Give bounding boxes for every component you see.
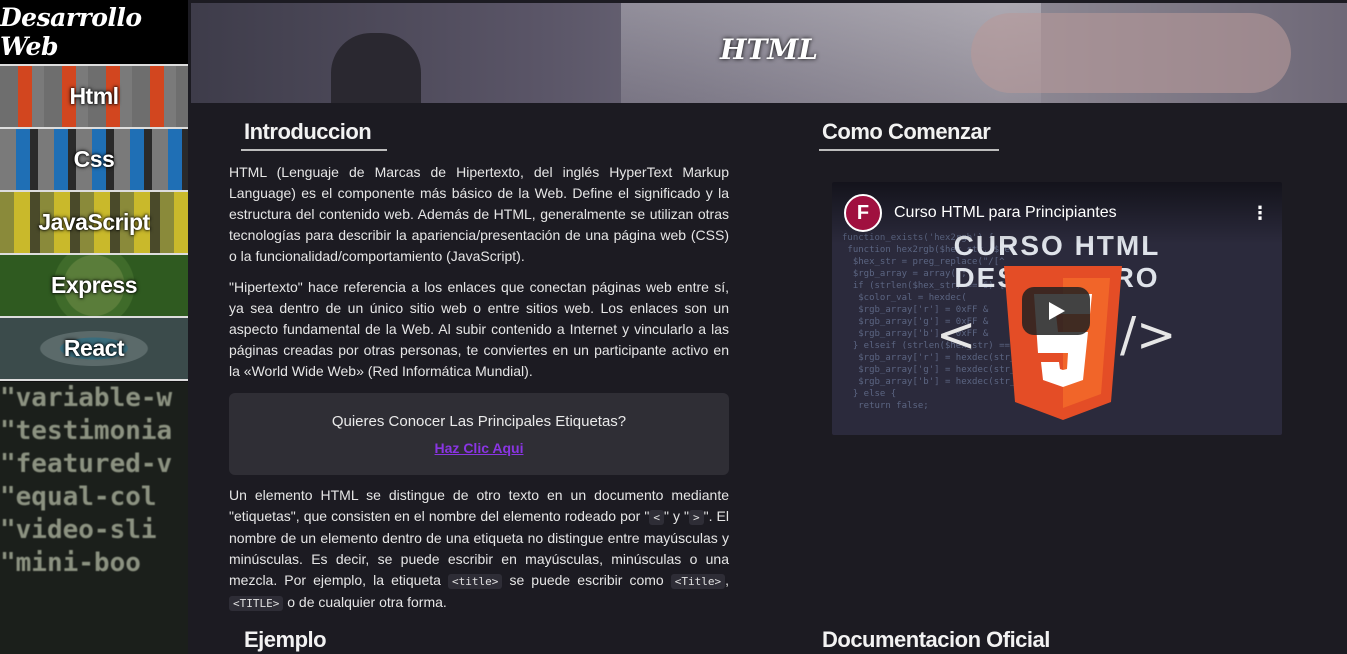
sidebar-item-html[interactable]: Html: [0, 66, 188, 129]
sidebar-item-javascript[interactable]: JavaScript: [0, 192, 188, 255]
page: Desarrollo Web Html Css JavaScript Expre…: [0, 0, 1347, 654]
site-brand[interactable]: Desarrollo Web: [0, 0, 188, 66]
start-section: Como Comenzar: [819, 119, 1339, 151]
section-underline: [241, 149, 387, 151]
paragraph-text: se puede escribir como: [509, 572, 664, 588]
section-underline: [819, 149, 999, 151]
sidebar-code-background: "variable-w "testimonia "featured-v "equ…: [0, 382, 188, 654]
code-gt: >: [689, 510, 704, 525]
tags-callout: Quieres Conocer Las Principales Etiqueta…: [229, 393, 729, 475]
code-line: "featured-v: [0, 449, 173, 479]
sidebar: Desarrollo Web Html Css JavaScript Expre…: [0, 0, 188, 654]
thumb-left-bracket: <: [936, 307, 977, 363]
intro-paragraph-1: HTML (Lenguaje de Marcas de Hipertexto, …: [229, 164, 729, 264]
code-lt: <: [649, 510, 664, 525]
code-title-tag-upper: <TITLE>: [229, 596, 284, 611]
code-line: "testimonia: [0, 416, 173, 446]
video-title[interactable]: Curso HTML para Principiantes: [894, 204, 1250, 222]
callout-link[interactable]: Haz Clic Aqui: [435, 440, 524, 456]
sidebar-item-label: Express: [50, 272, 138, 298]
code-title-tag-mixed: <Title>: [670, 574, 726, 589]
section-title-start: Como Comenzar: [822, 119, 991, 144]
section-title-example: Ejemplo: [244, 627, 327, 652]
header-banner: HTML: [191, 3, 1347, 103]
code-line: "variable-w: [0, 383, 173, 413]
code-title-tag: <title>: [448, 574, 503, 589]
sidebar-item-label: JavaScript: [38, 209, 150, 235]
sidebar-item-label: React: [63, 335, 125, 361]
paragraph-text: o de cualquier otra forma.: [287, 594, 447, 610]
section-title-intro: Introduccion: [244, 119, 372, 144]
sidebar-item-css[interactable]: Css: [0, 129, 188, 192]
video-player[interactable]: function_exists('hex2rgb') { function he…: [832, 182, 1282, 435]
sidebar-item-label: Html: [69, 83, 119, 109]
callout-question: Quieres Conocer Las Principales Etiqueta…: [331, 412, 627, 430]
code-line: "mini-boo: [0, 548, 141, 578]
sidebar-item-react[interactable]: React: [0, 318, 188, 381]
sidebar-item-express[interactable]: Express: [0, 255, 188, 318]
thumb-right-bracket: />: [1120, 307, 1177, 363]
video-top-bar: F Curso HTML para Principiantes ⋮: [832, 182, 1282, 244]
sidebar-item-label: Css: [73, 146, 115, 172]
intro-paragraph-2: "Hipertexto" hace referencia a los enlac…: [229, 279, 729, 379]
more-options-icon[interactable]: ⋮: [1250, 203, 1270, 224]
section-title-docs: Documentacion Oficial: [822, 627, 1050, 652]
play-icon: [1049, 302, 1065, 320]
intro-paragraph-3: Un elemento HTML se distingue de otro te…: [229, 485, 729, 614]
main-content: Introduccion HTML (Lenguaje de Marcas de…: [191, 103, 1347, 654]
page-title: HTML: [720, 33, 818, 66]
code-line: "video-sli: [0, 515, 157, 545]
play-button[interactable]: [1022, 287, 1090, 335]
intro-section: Introduccion HTML (Lenguaje de Marcas de…: [229, 119, 729, 614]
paragraph-text: ,: [725, 572, 730, 588]
paragraph-text: " y ": [663, 508, 690, 524]
channel-avatar[interactable]: F: [844, 194, 882, 232]
code-line: "equal-col: [0, 482, 157, 512]
